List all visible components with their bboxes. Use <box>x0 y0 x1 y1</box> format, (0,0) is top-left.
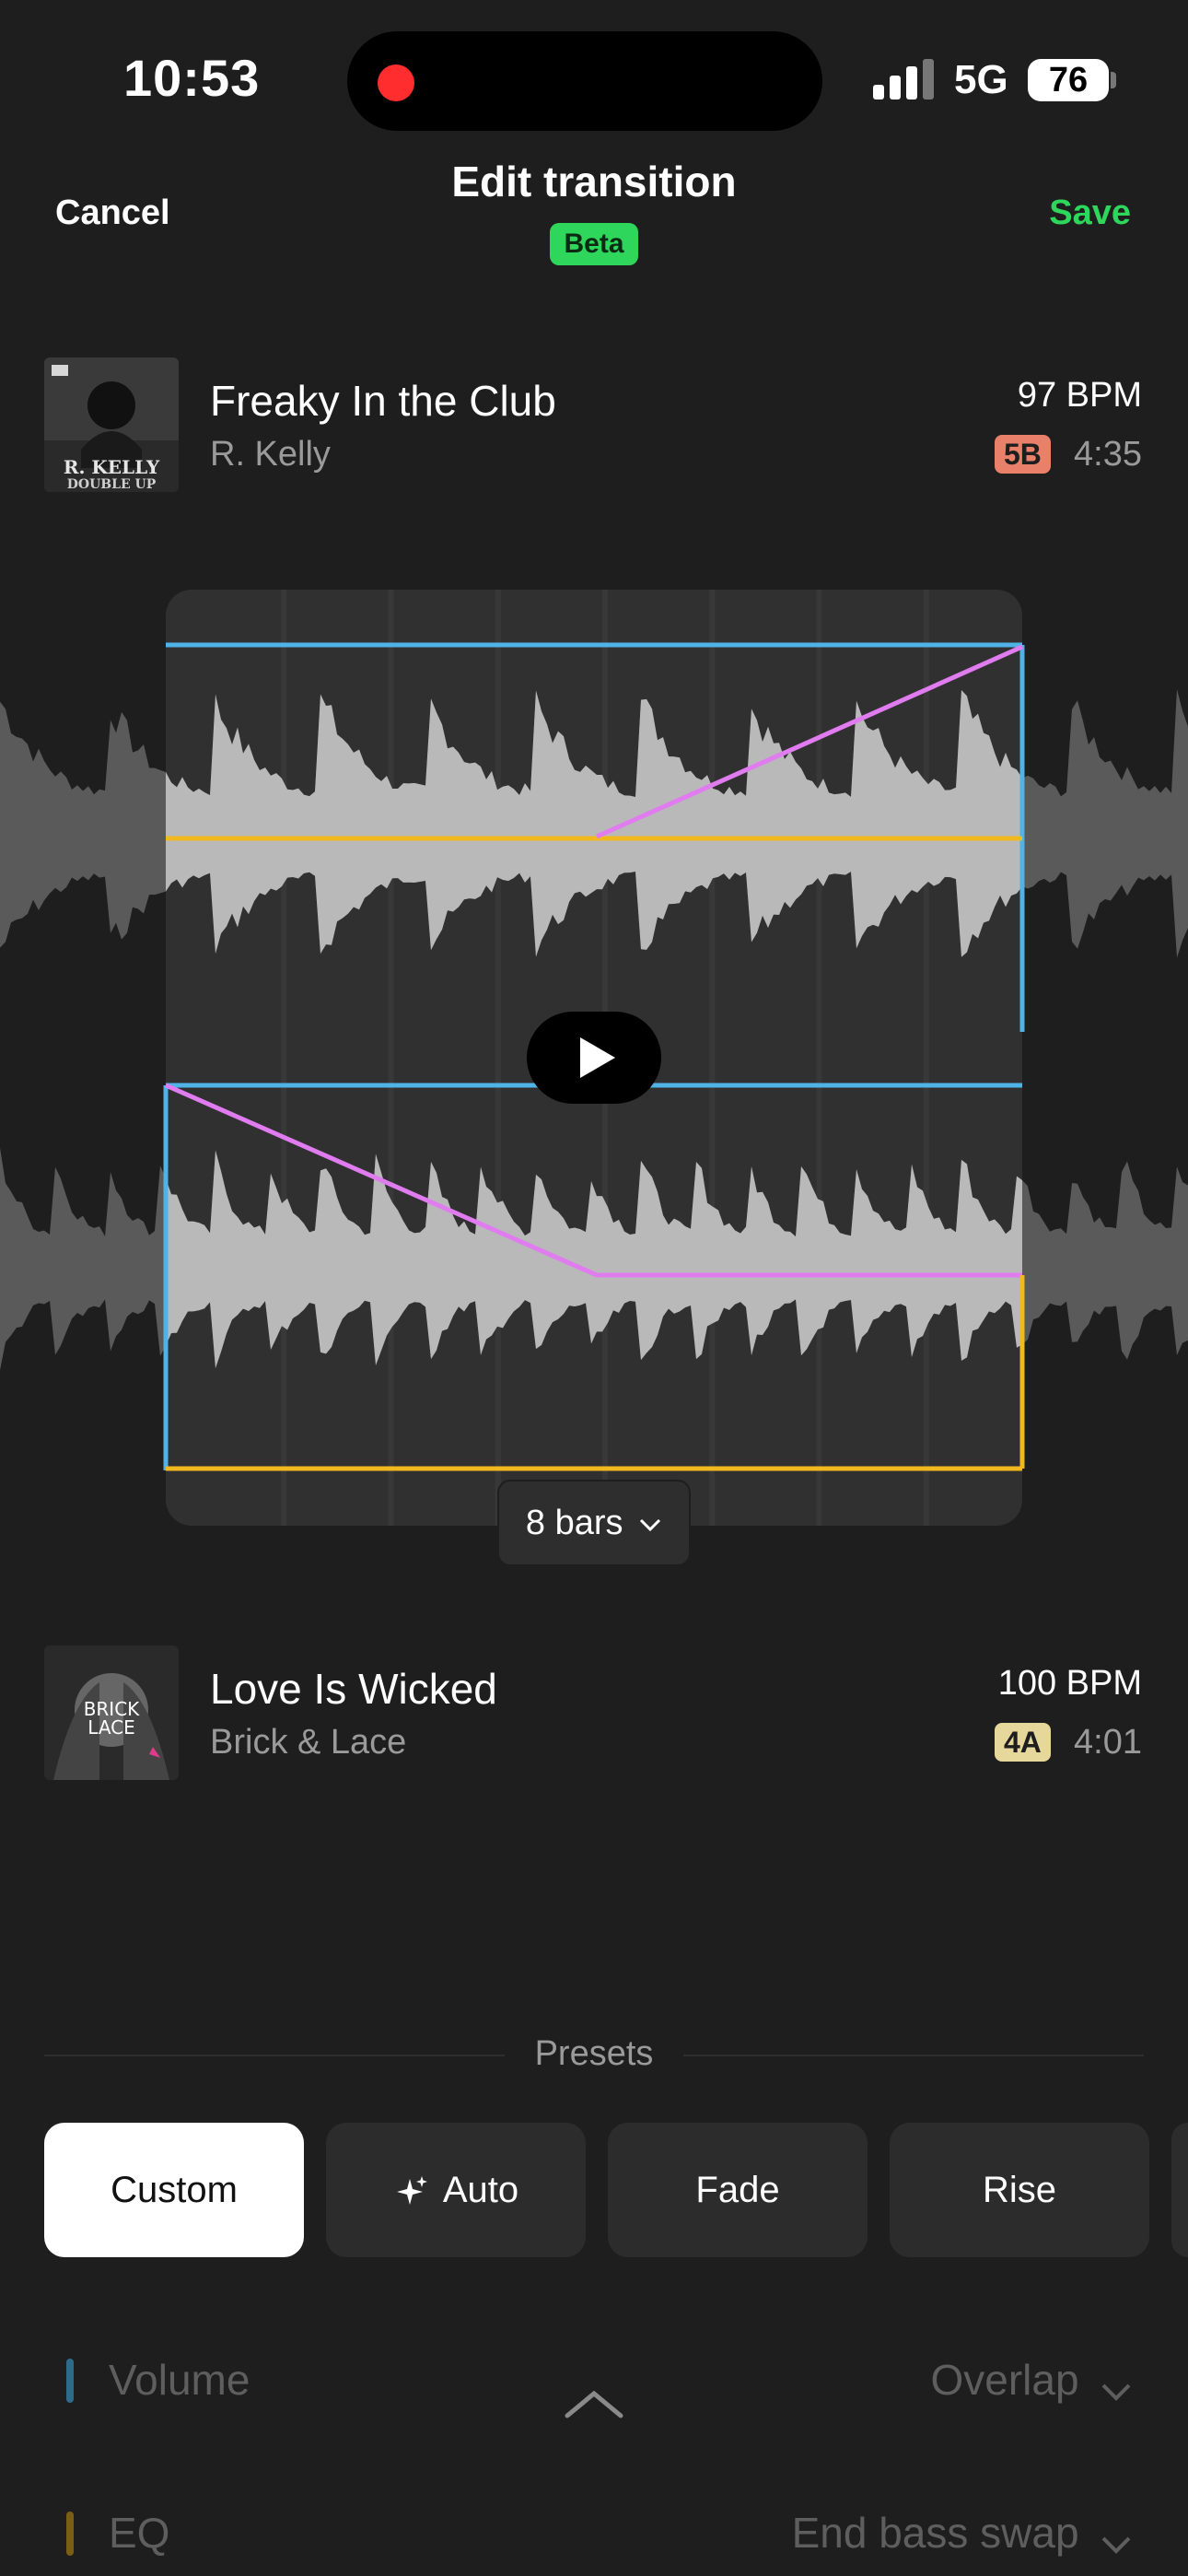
track-a-duration: 4:35 <box>1074 435 1142 474</box>
dynamic-island <box>347 31 822 131</box>
volume-color-bar <box>66 2359 74 2403</box>
track-b-artist: Brick & Lace <box>210 1723 407 1762</box>
eq-value: End bass swap <box>791 2509 1079 2557</box>
play-button[interactable] <box>527 1012 661 1104</box>
bar-gridline <box>495 590 501 1526</box>
cellular-signal-icon <box>873 59 936 100</box>
track-a-bpm: 97 BPM <box>1017 376 1142 415</box>
album-art-text: LACE <box>87 1716 135 1739</box>
eq-color-bar <box>66 2512 74 2556</box>
play-icon <box>580 1037 615 1078</box>
preset-label: Auto <box>442 2170 519 2210</box>
bar-gridline <box>923 590 929 1526</box>
sparkle-icon <box>396 2176 427 2206</box>
bar-gridline <box>281 590 287 1526</box>
volume-selector[interactable]: Overlap <box>930 2355 1133 2405</box>
chevron-down-icon <box>1101 2536 1131 2554</box>
preset-next-partial[interactable] <box>1171 2123 1188 2257</box>
track-a-title: Freaky In the Club <box>210 377 556 425</box>
bar-gridline <box>816 590 822 1526</box>
preset-fade[interactable]: Fade <box>608 2123 868 2257</box>
preset-rise[interactable]: Rise <box>890 2123 1149 2257</box>
album-art-track-b: BRICK LACE <box>44 1645 179 1780</box>
volume-label: Volume <box>109 2356 250 2404</box>
network-type: 5G <box>954 57 1008 102</box>
preset-label: Rise <box>982 2170 1057 2210</box>
preset-label: Fade <box>695 2170 780 2210</box>
chevron-up-icon <box>565 2390 623 2418</box>
preset-label: Custom <box>111 2170 238 2210</box>
preset-auto[interactable]: Auto <box>326 2123 586 2257</box>
collapse-sheet-button[interactable] <box>562 2386 626 2428</box>
track-b-duration: 4:01 <box>1074 1723 1142 1762</box>
page-title: Edit transition <box>451 158 737 205</box>
track-a-key-badge: 5B <box>995 435 1051 474</box>
track-b-bpm: 100 BPM <box>997 1664 1142 1703</box>
bar-gridline <box>709 590 716 1526</box>
chevron-down-icon <box>640 1518 661 1532</box>
save-button[interactable]: Save <box>1049 193 1131 233</box>
volume-value: Overlap <box>930 2356 1079 2404</box>
eq-selector[interactable]: End bass swap <box>792 2508 1133 2558</box>
bar-gridline <box>388 590 394 1526</box>
battery-icon: 76 <box>1028 59 1109 101</box>
status-time: 10:53 <box>123 49 261 107</box>
bars-label: 8 bars <box>525 1504 623 1542</box>
track-b-key-badge: 4A <box>995 1723 1051 1762</box>
eq-label: EQ <box>109 2509 170 2557</box>
preset-custom[interactable]: Custom <box>44 2123 304 2257</box>
album-art-track-a: R. KELLY DOUBLE UP <box>44 357 179 492</box>
presets-label: Presets <box>534 2034 654 2073</box>
album-art-text: DOUBLE UP <box>67 477 157 492</box>
bars-selector[interactable]: 8 bars <box>497 1480 691 1566</box>
album-art-text: R. KELLY <box>64 456 160 478</box>
chevron-down-icon <box>1101 2383 1131 2401</box>
track-b-title: Love Is Wicked <box>210 1665 497 1713</box>
recording-indicator-icon <box>378 64 414 101</box>
battery-tip <box>1111 72 1116 88</box>
track-a-artist: R. Kelly <box>210 435 331 474</box>
beta-badge: Beta <box>550 223 638 265</box>
